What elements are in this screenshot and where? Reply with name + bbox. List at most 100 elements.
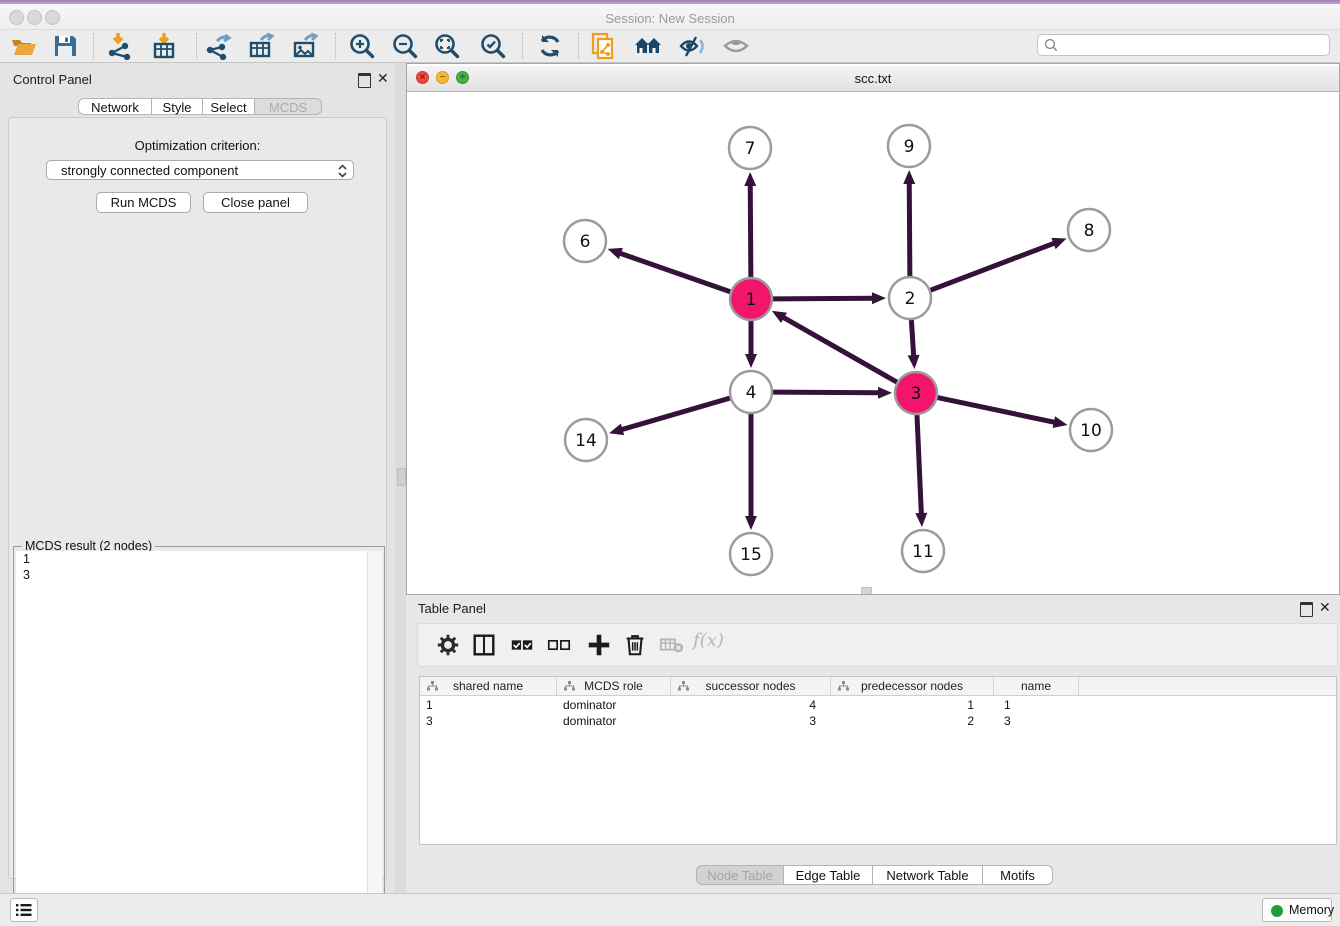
node-label: 9 — [904, 137, 915, 157]
edit-column-icon — [564, 681, 575, 691]
export-network-icon[interactable] — [204, 32, 232, 60]
edge-arrowhead — [1053, 416, 1068, 428]
list-icon — [16, 903, 32, 917]
save-session-icon[interactable] — [51, 32, 79, 60]
table-tab-motifs[interactable]: Motifs — [983, 865, 1053, 885]
select-all-icon[interactable] — [509, 632, 535, 658]
table-tab-node-table[interactable]: Node Table — [696, 865, 784, 885]
network-graph[interactable]: 7968124314101511 — [407, 92, 1339, 594]
refresh-icon[interactable] — [536, 32, 564, 60]
edge-arrowhead — [608, 248, 623, 259]
control-tab-select[interactable]: Select — [203, 98, 255, 115]
node-label: 7 — [745, 139, 756, 159]
dropdown-stepper-icon — [337, 164, 348, 178]
zoom-fit-icon[interactable] — [433, 32, 461, 60]
canvas-splitter-grip[interactable] — [861, 587, 872, 594]
export-image-icon[interactable] — [291, 32, 319, 60]
edge-2-9[interactable] — [909, 182, 910, 276]
mcds-result-list[interactable]: 13 — [16, 551, 382, 919]
node-label: 6 — [580, 232, 591, 252]
edge-1-7[interactable] — [750, 184, 751, 277]
toolbar-separator — [578, 33, 580, 59]
close-panel-button[interactable]: Close panel — [203, 192, 308, 213]
edge-arrowhead — [745, 516, 757, 530]
control-tab-mcds[interactable]: MCDS — [255, 98, 322, 115]
zoom-selected-icon[interactable] — [479, 32, 507, 60]
column-label: shared name — [453, 679, 523, 693]
task-history-button[interactable] — [10, 898, 38, 922]
splitter-grip[interactable] — [397, 468, 406, 486]
zoom-in-icon[interactable] — [348, 32, 376, 60]
network-titlebar: × − + scc.txt — [407, 66, 1339, 92]
status-bar: Memory — [0, 893, 1340, 926]
close-table-panel-icon[interactable]: ✕ — [1319, 601, 1331, 613]
edge-3-11[interactable] — [917, 415, 921, 515]
table-cell: 2 — [831, 713, 994, 729]
home-icon[interactable] — [634, 32, 662, 60]
network-window: × − + scc.txt 7968124314101511 — [406, 63, 1340, 595]
float-panel-icon[interactable] — [358, 73, 371, 88]
edge-3-1[interactable] — [782, 317, 897, 382]
edit-column-icon — [838, 681, 849, 691]
optimization-dropdown[interactable]: strongly connected component — [46, 160, 354, 180]
column-header-successor-nodes[interactable]: successor nodes — [671, 677, 831, 695]
toolbar-separator — [335, 33, 337, 59]
result-scrollbar[interactable] — [367, 551, 381, 919]
function-builder-icon: f(x) — [693, 630, 724, 651]
show-columns-icon[interactable] — [471, 632, 497, 658]
table-tab-network-table[interactable]: Network Table — [873, 865, 983, 885]
hide-panel-icon[interactable] — [678, 32, 706, 60]
memory-button[interactable]: Memory — [1262, 898, 1332, 922]
column-header-predecessor-nodes[interactable]: predecessor nodes — [831, 677, 994, 695]
run-mcds-button[interactable]: Run MCDS — [96, 192, 191, 213]
edge-1-6[interactable] — [619, 253, 730, 292]
edge-4-14[interactable] — [621, 398, 730, 430]
column-header-MCDS-role[interactable]: MCDS role — [557, 677, 671, 695]
memory-label: Memory — [1289, 903, 1334, 917]
table-cell: 3 — [671, 713, 831, 729]
export-table-icon[interactable] — [247, 32, 275, 60]
edit-column-icon — [678, 681, 689, 691]
edge-arrowhead — [872, 292, 886, 304]
control-tab-style[interactable]: Style — [152, 98, 203, 115]
edge-3-10[interactable] — [938, 398, 1056, 423]
import-table-icon[interactable] — [150, 32, 178, 60]
edge-2-8[interactable] — [931, 243, 1056, 290]
mcds-result-group: MCDS result (2 nodes) 13 — [13, 546, 385, 922]
open-session-icon[interactable] — [9, 32, 37, 60]
close-panel-icon[interactable]: ✕ — [377, 72, 389, 84]
table-cell: 3 — [420, 713, 557, 729]
column-header-shared-name[interactable]: shared name — [420, 677, 557, 695]
table-settings-gear-icon[interactable] — [435, 632, 461, 658]
edge-arrowhead — [1051, 238, 1066, 249]
table-tabs: Node TableEdge TableNetwork TableMotifs — [696, 865, 1056, 885]
network-canvas[interactable]: 7968124314101511 — [407, 92, 1339, 594]
search-input[interactable] — [1062, 36, 1326, 54]
destroy-network-icon[interactable] — [590, 32, 618, 60]
table-cell: 1 — [994, 697, 1079, 713]
table-panel-title: Table Panel — [418, 601, 486, 616]
float-table-panel-icon[interactable] — [1300, 602, 1313, 617]
column-header-name[interactable]: name — [994, 677, 1079, 695]
edge-arrowhead — [903, 170, 915, 184]
add-column-icon[interactable] — [586, 632, 612, 658]
edge-arrowhead — [878, 387, 892, 399]
edge-arrowhead — [745, 354, 757, 368]
table-tab-edge-table[interactable]: Edge Table — [784, 865, 873, 885]
panel-splitter[interactable] — [395, 63, 406, 893]
edge-2-3[interactable] — [911, 320, 913, 357]
import-network-icon[interactable] — [106, 32, 134, 60]
node-table: shared name MCDS rolesuccessor nodesprede… — [419, 676, 1337, 845]
control-tab-network[interactable]: Network — [78, 98, 152, 115]
table-cell: 3 — [994, 713, 1079, 729]
deselect-all-icon[interactable] — [546, 632, 572, 658]
zoom-out-icon[interactable] — [391, 32, 419, 60]
clear-table-icon — [659, 632, 685, 658]
control-panel-title: Control Panel — [13, 72, 92, 87]
edge-4-3[interactable] — [773, 392, 880, 393]
table-cell: dominator — [557, 713, 671, 729]
table-cell: 1 — [420, 697, 557, 713]
delete-column-icon[interactable] — [622, 632, 648, 658]
edge-1-2[interactable] — [773, 298, 874, 299]
node-label: 4 — [746, 383, 757, 403]
